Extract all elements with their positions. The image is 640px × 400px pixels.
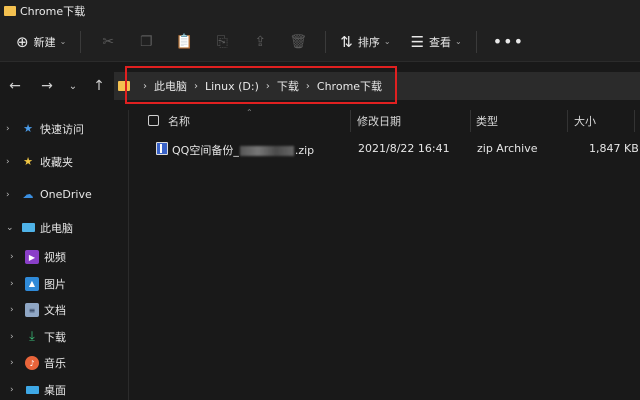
sidebar-item-favorites[interactable]: › ★ 收藏夹	[0, 145, 128, 178]
file-type: zip Archive	[477, 142, 538, 155]
chevron-down-icon: ⌄	[455, 37, 462, 46]
recent-locations-chevron-icon[interactable]: ⌄	[62, 81, 84, 92]
title-bar: Chrome下载	[0, 0, 640, 22]
share-icon[interactable]: ⇪	[246, 28, 274, 56]
chevron-right-icon[interactable]: ›	[10, 279, 22, 289]
file-name: QQ空间备份_ .zip	[172, 142, 314, 158]
new-button[interactable]: ⊕ 新建 ⌄	[10, 28, 72, 56]
picture-icon: ▲	[25, 276, 39, 291]
back-arrow-icon[interactable]: ←	[4, 78, 26, 94]
file-size: 1,847 KB	[589, 142, 639, 155]
chevron-right-icon[interactable]: ›	[6, 190, 18, 200]
sidebar-item-quick-access[interactable]: › ★ 快速访问	[0, 112, 128, 145]
column-header-type[interactable]: 类型	[476, 110, 498, 132]
delete-icon[interactable]: 🗑	[284, 28, 312, 56]
desktop-icon	[25, 383, 39, 397]
column-divider[interactable]	[634, 110, 635, 132]
cut-icon[interactable]: ✂	[94, 28, 122, 56]
sidebar-item-pictures[interactable]: › ▲ 图片	[0, 271, 128, 298]
sort-button[interactable]: ⇅ 排序 ⌄	[334, 28, 396, 56]
column-divider[interactable]	[470, 110, 471, 132]
sidebar-item-label: 此电脑	[40, 221, 73, 235]
column-divider[interactable]	[567, 110, 568, 132]
toolbar-separator	[475, 30, 477, 53]
annotation-highlight-box	[125, 66, 397, 104]
command-bar: ⊕ 新建 ⌄ ✂ ❐ 📋 ⎘ ⇪ 🗑 ⇅ 排序 ⌄ ☰ 查看 ⌄ •••	[0, 22, 640, 62]
copy-icon[interactable]: ❐	[132, 28, 160, 56]
sort-arrows-icon: ⇅	[340, 32, 353, 51]
toolbar-separator	[325, 30, 327, 53]
computer-icon	[21, 221, 35, 235]
document-icon: ≡	[25, 303, 39, 318]
sidebar-item-downloads[interactable]: › ⤓ 下载	[0, 324, 128, 351]
sidebar-item-onedrive[interactable]: › ☁ OneDrive	[0, 178, 128, 211]
chevron-down-icon[interactable]: ⌄	[6, 223, 18, 233]
navigation-pane: › ★ 快速访问 › ★ 收藏夹 › ☁ OneDrive ⌄ 此电脑 › ▶ …	[0, 112, 128, 400]
view-lines-icon: ☰	[410, 32, 425, 51]
chevron-right-icon[interactable]: ›	[10, 358, 22, 368]
sidebar-item-this-pc[interactable]: ⌄ 此电脑	[0, 211, 128, 244]
rename-icon[interactable]: ⎘	[208, 28, 236, 56]
file-name-suffix: .zip	[294, 144, 315, 157]
sort-label: 排序	[357, 35, 380, 49]
sidebar-item-label: 文档	[44, 304, 66, 318]
sidebar-item-label: 收藏夹	[40, 155, 73, 169]
new-label: 新建	[33, 35, 56, 49]
forward-arrow-icon[interactable]: →	[36, 78, 58, 94]
chevron-right-icon[interactable]: ›	[6, 157, 18, 167]
chevron-right-icon[interactable]: ›	[10, 252, 22, 262]
chevron-right-icon[interactable]: ›	[6, 124, 18, 134]
column-header-size[interactable]: 大小	[574, 110, 596, 132]
file-row[interactable]: QQ空间备份_ .zip 2021/8/22 16:41 zip Archive …	[129, 138, 640, 160]
sort-caret-icon: ⌃	[246, 108, 253, 117]
sidebar-item-music[interactable]: › ♪ 音乐	[0, 350, 128, 377]
chevron-right-icon[interactable]: ›	[10, 305, 22, 315]
window-title: Chrome下载	[20, 5, 86, 18]
paste-icon[interactable]: 📋	[170, 28, 198, 56]
chevron-down-icon: ⌄	[59, 37, 67, 46]
column-header-modified[interactable]: 修改日期	[357, 110, 401, 132]
sidebar-item-label: OneDrive	[40, 188, 92, 201]
plus-circle-icon: ⊕	[16, 32, 29, 51]
folder-icon	[4, 6, 16, 16]
up-arrow-icon[interactable]: ↑	[88, 78, 110, 94]
video-icon: ▶	[25, 250, 39, 265]
sidebar-item-documents[interactable]: › ≡ 文档	[0, 297, 128, 324]
toolbar-separator	[80, 30, 82, 53]
chevron-right-icon[interactable]: ›	[10, 332, 22, 342]
sidebar-item-videos[interactable]: › ▶ 视频	[0, 244, 128, 271]
sidebar-item-label: 桌面	[44, 383, 66, 397]
file-modified-date: 2021/8/22 16:41	[358, 142, 450, 155]
sidebar-item-label: 音乐	[44, 357, 66, 371]
chevron-down-icon: ⌄	[383, 37, 391, 46]
music-icon: ♪	[25, 356, 39, 371]
redacted-text	[239, 146, 294, 156]
download-icon: ⤓	[29, 329, 35, 345]
file-name-prefix: QQ空间备份_	[172, 144, 239, 157]
chevron-right-icon[interactable]: ›	[10, 385, 22, 395]
star-icon: ★	[23, 155, 33, 168]
sidebar-item-label: 下载	[44, 330, 66, 344]
sidebar-item-label: 快速访问	[40, 122, 84, 136]
column-divider[interactable]	[350, 110, 351, 132]
star-icon: ★	[23, 122, 33, 135]
zip-archive-icon	[156, 142, 168, 155]
sidebar-item-label: 视频	[44, 251, 66, 265]
file-list: ⌃ 名称 修改日期 类型 大小 QQ空间备份_ .zip 2021/8/22 16…	[129, 108, 640, 400]
view-label: 查看	[429, 35, 452, 49]
view-button[interactable]: ☰ 查看 ⌄	[405, 28, 468, 56]
select-all-checkbox[interactable]	[148, 115, 159, 126]
column-header-name[interactable]: 名称	[168, 110, 190, 132]
cloud-icon: ☁	[22, 188, 34, 201]
more-options-button[interactable]: •••	[485, 32, 532, 51]
sidebar-item-label: 图片	[44, 277, 66, 291]
sidebar-item-desktop[interactable]: › 桌面	[0, 377, 128, 400]
